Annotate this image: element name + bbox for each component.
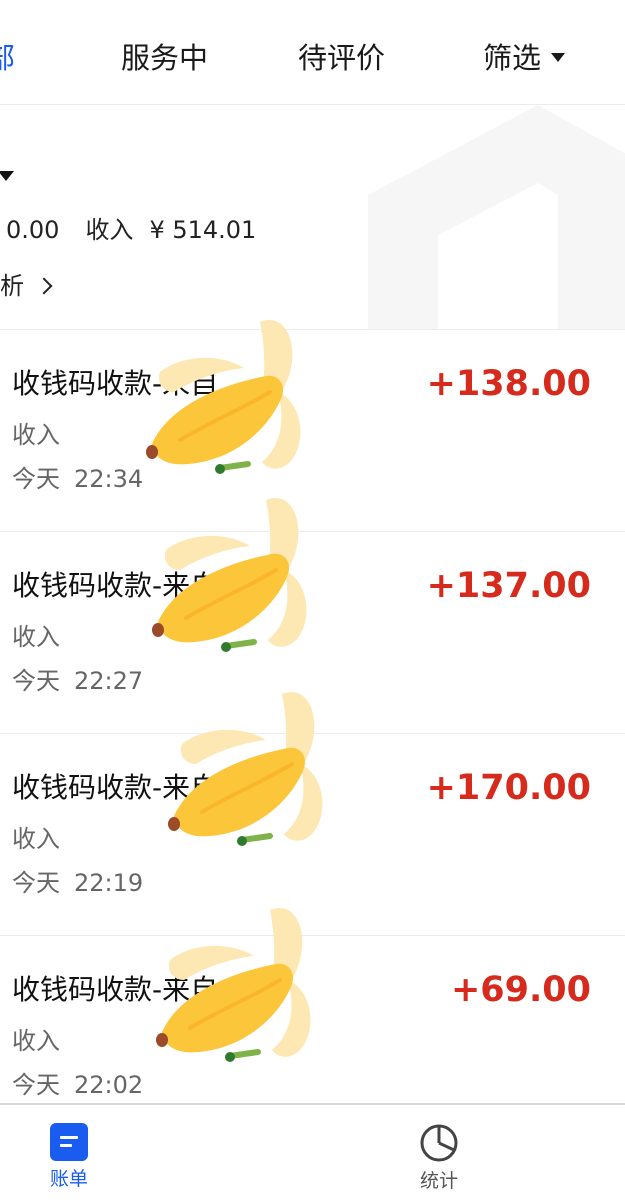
transaction-clock: 22:19 [74,869,144,897]
transaction-time: 今天 22:27 [12,664,143,698]
transaction-time: 今天 22:19 [12,866,143,900]
analysis-label: 析 [0,272,24,300]
expense-amount: 0.00 [6,216,60,244]
nav-stats-label: 统计 [419,1170,458,1192]
transaction-date: 今天 [12,869,60,897]
transaction-amount: +138.00 [426,364,591,404]
transaction-clock: 22:27 [74,667,144,695]
transaction-title: 收钱码收款-来自 [12,569,219,602]
transaction-amount: +137.00 [426,566,591,606]
monthly-summary: 0.00 收入 ¥ 514.01 析 [0,105,625,329]
transaction-clock: 22:02 [74,1071,144,1099]
analysis-link[interactable]: 析 [0,269,53,303]
transaction-title: 收钱码收款-来自 [12,771,219,804]
income-amount: ¥ 514.01 [149,216,257,244]
transaction-list: 收钱码收款-来自 收入 今天 22:34 +138.00 收钱码收款-来自 收入 … [0,329,625,1137]
transaction-row[interactable]: 收钱码收款-来自 收入 今天 22:27 +137.00 [0,531,625,733]
transaction-type: 收入 [12,825,60,853]
transaction-time: 今天 22:02 [12,1068,143,1102]
filter-dropdown[interactable]: 筛选 [483,36,566,80]
chevron-right-icon [35,277,53,295]
income-label: 收入 [85,216,134,244]
transaction-amount: +170.00 [426,768,591,808]
filter-label: 筛选 [483,41,542,75]
transaction-row[interactable]: 收钱码收款-来自 收入 今天 22:34 +138.00 [0,330,625,531]
transaction-clock: 22:34 [74,465,144,493]
pie-chart-icon [420,1124,458,1162]
nav-bills-label: 账单 [49,1168,88,1190]
transaction-type: 收入 [12,623,60,651]
tab-serving[interactable]: 服务中 [121,36,208,80]
summary-totals: 0.00 收入 ¥ 514.01 [6,213,256,247]
tab-pending-review[interactable]: 待评价 [298,36,385,80]
transaction-time: 今天 22:34 [12,462,143,496]
nav-bills[interactable]: 账单 [29,1123,109,1191]
bottom-nav: 账单 统计 [0,1103,625,1202]
caret-down-icon [551,52,566,62]
transaction-title: 收钱码收款-来自 [12,367,219,400]
tab-all[interactable]: 部 [0,36,15,80]
transaction-date: 今天 [12,1071,60,1099]
filter-tabs: 部 服务中 待评价 筛选 [0,0,625,105]
transaction-date: 今天 [12,465,60,493]
transaction-date: 今天 [12,667,60,695]
nav-stats[interactable]: 统计 [399,1123,479,1193]
transaction-row[interactable]: 收钱码收款-来自 收入 今天 22:19 +170.00 [0,733,625,935]
transaction-amount: +69.00 [450,970,591,1010]
transaction-type: 收入 [12,421,60,449]
transaction-title: 收钱码收款-来自 [12,973,219,1006]
transaction-type: 收入 [12,1027,60,1055]
bill-icon [50,1123,88,1161]
month-picker-caret-icon[interactable] [0,171,14,181]
watermark-logo-icon [368,105,625,329]
